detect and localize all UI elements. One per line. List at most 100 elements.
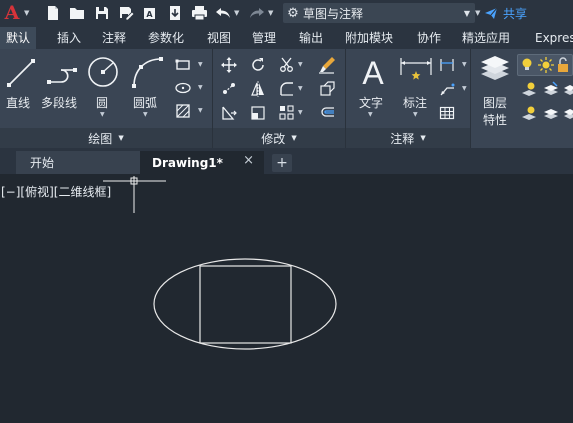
tab-annotate[interactable]: 注释 — [102, 27, 126, 49]
arc-tool-button[interactable] — [130, 55, 164, 89]
arc-dropdown-caret-icon[interactable]: ▼ — [143, 111, 148, 118]
open-from-web-button[interactable]: A — [141, 4, 159, 22]
dimension-tool-button[interactable] — [398, 55, 434, 89]
fillet-icon — [280, 82, 293, 96]
layer-off-button[interactable] — [520, 104, 538, 122]
trim-tool-button[interactable] — [278, 56, 296, 74]
erase-tool-button[interactable] — [318, 56, 336, 74]
customize-toolbar-caret-icon[interactable]: ▼ — [475, 9, 480, 17]
save-as-button[interactable] — [117, 4, 135, 22]
save-button[interactable] — [93, 4, 111, 22]
tab-parametric[interactable]: 参数化 — [148, 27, 184, 49]
app-menu-caret-icon[interactable]: ▼ — [24, 9, 29, 17]
linear-dimension-button[interactable] — [438, 56, 456, 74]
array-dropdown-caret-icon[interactable]: ▼ — [298, 109, 303, 116]
undo-dropdown-caret-icon[interactable]: ▼ — [234, 9, 239, 17]
rectangle-tool-button[interactable] — [174, 56, 192, 74]
move-tool-button[interactable] — [220, 56, 238, 74]
tab-express[interactable]: Express — [535, 27, 573, 49]
copy-tool-button[interactable] — [220, 80, 238, 98]
scissors-icon — [280, 57, 293, 72]
trim-dropdown-caret-icon[interactable]: ▼ — [298, 61, 303, 68]
application-menu-button[interactable]: A — [2, 2, 22, 24]
tab-collaborate[interactable]: 协作 — [417, 27, 441, 49]
mirror-tool-button[interactable] — [249, 80, 267, 98]
dimension-icon — [400, 58, 432, 80]
table-tool-button[interactable] — [438, 104, 456, 122]
rectangle-dropdown-caret-icon[interactable]: ▼ — [198, 61, 203, 68]
hatch-dropdown-caret-icon[interactable]: ▼ — [198, 107, 203, 114]
new-drawing-tab-button[interactable]: + — [272, 154, 292, 172]
layer-lock-button[interactable] — [560, 104, 573, 122]
annotation-panel-footer[interactable]: 注释 ▼ — [346, 128, 470, 148]
tab-insert[interactable]: 插入 — [57, 27, 81, 49]
draw-panel-footer[interactable]: 绘图 ▼ — [0, 128, 212, 148]
redo-button[interactable] — [247, 4, 265, 22]
drawing-canvas[interactable]: [−][俯视][二维线框] — [0, 174, 573, 423]
layer-dropdown[interactable] — [517, 54, 573, 76]
save-to-web-icon — [170, 5, 180, 20]
modify-panel-expand-caret-icon: ▼ — [291, 134, 297, 142]
modify-panel-title: 修改 — [261, 131, 286, 146]
fillet-tool-button[interactable] — [278, 80, 296, 98]
stretch-tool-button[interactable] — [220, 104, 238, 122]
save-to-web-button[interactable] — [166, 4, 184, 22]
tab-featured-apps[interactable]: 精选应用 — [462, 27, 510, 49]
linear-dimension-caret-icon[interactable]: ▼ — [462, 61, 467, 68]
layer-match-button[interactable] — [542, 104, 560, 122]
fillet-dropdown-caret-icon[interactable]: ▼ — [298, 85, 303, 92]
plot-button[interactable] — [190, 4, 208, 22]
explode-tool-button[interactable] — [318, 80, 336, 98]
eraser-icon — [319, 57, 335, 74]
circle-tool-button[interactable] — [86, 55, 120, 89]
layer-on-off-button[interactable] — [520, 80, 538, 98]
tab-manage[interactable]: 管理 — [252, 27, 276, 49]
start-tab[interactable]: 开始 — [16, 151, 140, 174]
undo-icon — [215, 8, 230, 18]
new-file-icon — [48, 6, 58, 20]
ribbon-panel-area: 直线 多段线 圆 ▼ 圆弧 ▼ ▼ ▼ ▼ 绘图 ▼ ▼ ▼ ▼ 修改 ▼ A … — [0, 49, 573, 148]
ellipse-dropdown-caret-icon[interactable]: ▼ — [198, 84, 203, 91]
ellipse-icon — [175, 82, 191, 94]
ellipse-tool-button[interactable] — [174, 79, 192, 97]
rotate-tool-button[interactable] — [249, 56, 267, 74]
offset-icon — [321, 107, 334, 117]
rectangle-entity[interactable] — [199, 265, 292, 344]
dimension-dropdown-caret-icon[interactable]: ▼ — [413, 111, 418, 118]
move-icon — [221, 57, 237, 73]
draw-panel-expand-caret-icon: ▼ — [118, 134, 124, 142]
layer-freeze-button[interactable] — [560, 80, 573, 98]
offset-tool-button[interactable] — [318, 104, 336, 122]
hatch-tool-button[interactable] — [174, 102, 192, 120]
layer-isolate-button[interactable] — [542, 80, 560, 98]
new-file-button[interactable] — [44, 4, 62, 22]
explode-icon — [320, 81, 335, 96]
share-button[interactable]: 共享 — [484, 4, 527, 22]
drawing-tab[interactable]: Drawing1* × — [140, 151, 264, 174]
polyline-tool-button[interactable] — [46, 56, 80, 90]
close-icon[interactable]: × — [243, 153, 254, 168]
tab-home[interactable]: 默认 — [0, 27, 37, 49]
text-tool-button[interactable]: A — [354, 55, 392, 91]
ribbon-tab-bar: 默认 插入 注释 参数化 视图 管理 输出 附加模块 协作 精选应用 Expre… — [0, 27, 573, 49]
array-tool-button[interactable] — [278, 104, 296, 122]
tab-view[interactable]: 视图 — [207, 27, 231, 49]
line-tool-button[interactable] — [4, 56, 38, 90]
workspace-switcher[interactable]: ⚙ 草图与注释 ▼ — [283, 3, 475, 23]
layer-properties-button[interactable] — [478, 54, 512, 84]
rectangle-icon — [175, 59, 190, 70]
open-file-button[interactable] — [68, 4, 86, 22]
redo-dropdown-caret-icon[interactable]: ▼ — [268, 9, 273, 17]
circle-dropdown-caret-icon[interactable]: ▼ — [100, 111, 105, 118]
modify-panel-footer[interactable]: 修改 ▼ — [213, 128, 345, 148]
layer-match-icon — [544, 109, 558, 119]
tab-output[interactable]: 输出 — [299, 27, 323, 49]
text-dropdown-caret-icon[interactable]: ▼ — [368, 111, 373, 118]
undo-button[interactable] — [214, 4, 232, 22]
layer-properties-label-2: 特性 — [483, 113, 508, 127]
leader-dropdown-caret-icon[interactable]: ▼ — [462, 85, 467, 92]
scale-tool-button[interactable] — [249, 104, 267, 122]
tab-addins[interactable]: 附加模块 — [345, 27, 393, 49]
leader-tool-button[interactable] — [438, 80, 456, 98]
ellipse-entity[interactable] — [153, 258, 337, 350]
